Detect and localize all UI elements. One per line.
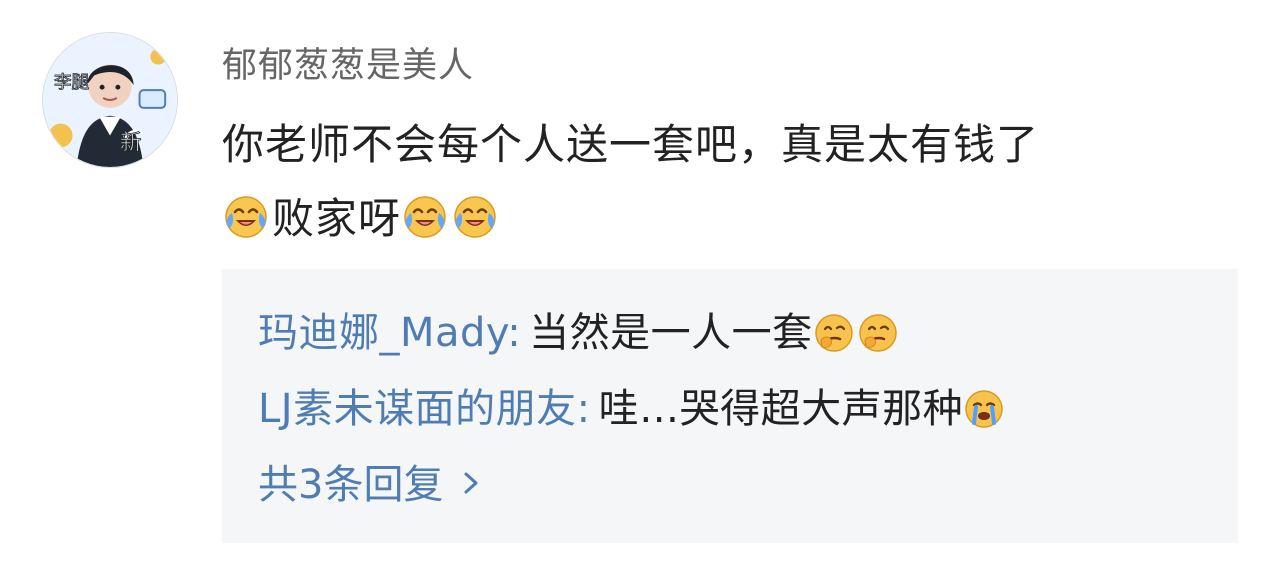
comment-text-line-1: 你老师不会每个人送一套吧，真是太有钱了 <box>222 120 1040 169</box>
reply-user-link[interactable]: LJ素未谋面的朋友 <box>258 386 577 432</box>
crying-emoji <box>963 388 1005 430</box>
reply-separator: : <box>507 310 522 356</box>
reply-text: 当然是一人一套 <box>529 310 813 356</box>
comment-text-line-2-wrapper: 败家呀 <box>222 182 1252 256</box>
reply-text: 哇…哭得超大声那种 <box>598 386 964 432</box>
svg-text:李腿: 李腿 <box>54 72 90 93</box>
laugh-cry-emoji <box>401 193 449 241</box>
reply-item[interactable]: LJ素未谋面的朋友: 哇…哭得超大声那种 <box>258 371 1202 447</box>
chevron-right-icon <box>461 471 481 495</box>
thinking-emoji <box>857 312 899 354</box>
laugh-cry-emoji <box>451 193 499 241</box>
comment-body: 你老师不会每个人送一套吧，真是太有钱了 败家呀 <box>222 108 1252 256</box>
reply-user-link[interactable]: 玛迪娜_Mady <box>258 310 507 356</box>
laugh-cry-emoji <box>222 193 270 241</box>
svg-text:新: 新 <box>120 130 142 155</box>
comment-text-line-2: 败家呀 <box>272 194 402 243</box>
thinking-emoji <box>813 312 855 354</box>
reply-separator: : <box>576 386 591 432</box>
reply-item[interactable]: 玛迪娜_Mady: 当然是一人一套 <box>258 295 1202 371</box>
reply-preview-box[interactable]: 玛迪娜_Mady: 当然是一人一套 LJ素未谋面的朋友: 哇…哭得超大声那种 共… <box>222 269 1238 543</box>
view-all-replies-link[interactable]: 共3条回复 <box>258 449 481 521</box>
comment-username[interactable]: 郁郁葱葱是美人 <box>222 42 474 90</box>
user-avatar[interactable]: 李腿 新 <box>42 32 178 168</box>
view-all-replies-label[interactable]: 共3条回复 <box>258 449 443 521</box>
comment-thread: 李腿 新 郁郁葱葱是美人 你老师不会每个人送一套吧，真是太有钱了 败家呀 玛迪娜… <box>0 0 1280 572</box>
